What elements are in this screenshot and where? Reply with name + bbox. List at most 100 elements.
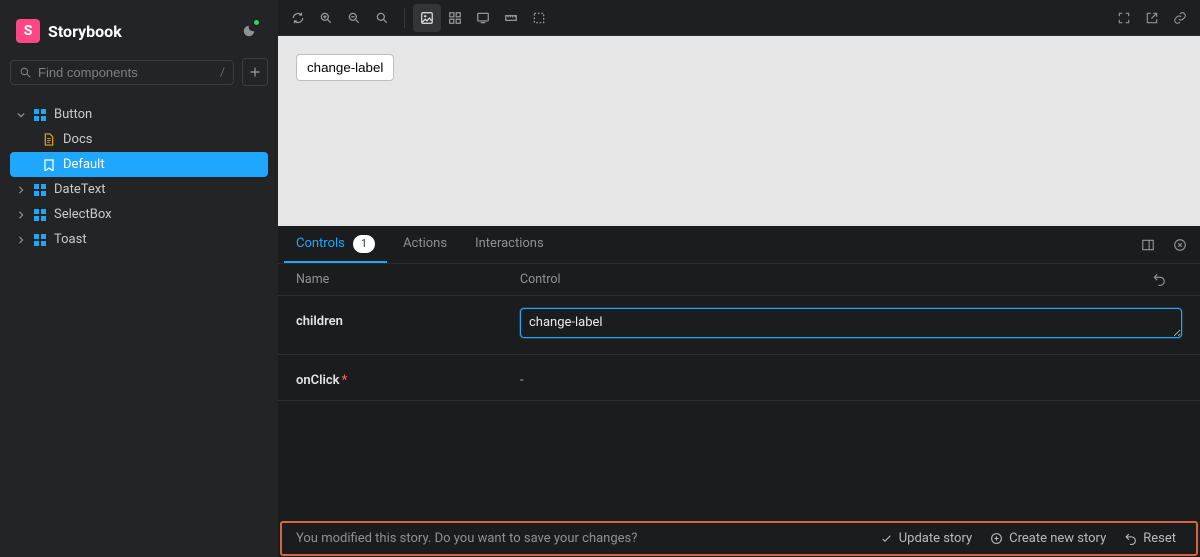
shortcuts-button[interactable] xyxy=(236,18,262,44)
close-panel-button[interactable] xyxy=(1166,231,1194,259)
photo-icon xyxy=(420,11,434,25)
component-icon xyxy=(33,108,47,122)
rendered-button[interactable]: change-label xyxy=(296,54,394,81)
toolbar-left xyxy=(284,4,396,32)
zoom-in-button[interactable] xyxy=(312,4,340,32)
brand[interactable]: S Storybook xyxy=(16,19,122,43)
tab-actions[interactable]: Actions xyxy=(391,226,459,263)
grid-button[interactable] xyxy=(441,4,469,32)
addon-panel: Controls 1 Actions Interactions Name Con… xyxy=(278,226,1200,557)
sidebar-icon xyxy=(1141,238,1155,252)
tree-item-button[interactable]: Button xyxy=(10,102,268,127)
control-name: onClick* xyxy=(296,367,520,388)
controls-header: Name Control xyxy=(278,264,1200,296)
link-icon xyxy=(1173,11,1187,25)
measure-button[interactable] xyxy=(497,4,525,32)
sidebar-header: S Storybook xyxy=(0,0,278,58)
save-bar: You modified this story. Do you want to … xyxy=(280,521,1198,556)
chevron-right-icon xyxy=(16,235,26,245)
toolbar-backgrounds xyxy=(413,4,553,32)
canvas-toolbar xyxy=(278,0,1200,36)
tree-item-selectbox[interactable]: SelectBox xyxy=(10,202,268,227)
viewport-button[interactable] xyxy=(469,4,497,32)
zoom-in-icon xyxy=(319,11,333,25)
update-story-button[interactable]: Update story xyxy=(874,531,978,546)
tree-item-docs[interactable]: Docs xyxy=(10,127,268,152)
component-icon xyxy=(33,208,47,222)
ruler-icon xyxy=(504,11,518,25)
zoom-reset-icon xyxy=(375,11,389,25)
control-name: children xyxy=(296,308,520,329)
chevron-right-icon xyxy=(16,185,26,195)
chevron-right-icon xyxy=(16,210,26,220)
undo-icon xyxy=(1152,272,1166,286)
tree-label: Docs xyxy=(63,132,92,147)
viewport-icon xyxy=(476,11,490,25)
chevron-down-icon xyxy=(16,110,26,120)
create-new-button[interactable] xyxy=(242,58,268,86)
tree-item-toast[interactable]: Toast xyxy=(10,227,268,252)
zoom-out-button[interactable] xyxy=(340,4,368,32)
toolbar-separator xyxy=(404,8,405,28)
control-value xyxy=(520,308,1182,342)
tree-label: Default xyxy=(63,157,105,172)
tree-label: SelectBox xyxy=(54,207,112,222)
search-shortcut: / xyxy=(220,65,225,79)
header-name: Name xyxy=(296,272,520,287)
panel-position-button[interactable] xyxy=(1134,231,1162,259)
sidebar: S Storybook / Button xyxy=(0,0,278,557)
moon-icon xyxy=(242,24,256,38)
action-label: Create new story xyxy=(1009,531,1106,546)
search-box[interactable]: / xyxy=(10,60,234,85)
expand-icon xyxy=(1117,11,1131,25)
tab-label: Controls xyxy=(296,236,345,251)
save-message: You modified this story. Do you want to … xyxy=(296,531,637,546)
sync-icon xyxy=(291,11,305,25)
search-row: / xyxy=(0,58,278,100)
tree-label: DateText xyxy=(54,182,105,197)
control-value: - xyxy=(520,367,1182,388)
background-button[interactable] xyxy=(413,4,441,32)
action-label: Reset xyxy=(1143,531,1176,546)
outline-button[interactable] xyxy=(525,4,553,32)
zoom-out-icon xyxy=(347,11,361,25)
tree-label: Toast xyxy=(54,232,87,247)
required-asterisk: * xyxy=(342,373,348,388)
storybook-logo-icon: S xyxy=(16,19,40,43)
main: change-label Controls 1 Actions Interact… xyxy=(278,0,1200,557)
tree-item-datetext[interactable]: DateText xyxy=(10,177,268,202)
undo-icon xyxy=(1124,532,1137,545)
control-row-children: children xyxy=(278,296,1200,355)
tab-label: Interactions xyxy=(475,236,544,251)
remount-button[interactable] xyxy=(284,4,312,32)
grid-icon xyxy=(448,11,462,25)
status-dot xyxy=(253,19,260,26)
copy-link-button[interactable] xyxy=(1166,4,1194,32)
controls-badge: 1 xyxy=(353,235,375,253)
component-tree: Button Docs Default DateText SelectBox xyxy=(0,100,278,254)
plus-circle-icon xyxy=(990,532,1003,545)
addon-tabs: Controls 1 Actions Interactions xyxy=(278,226,1200,264)
reset-controls-button[interactable] xyxy=(1152,272,1182,287)
tree-item-default[interactable]: Default xyxy=(10,152,268,177)
component-icon xyxy=(33,183,47,197)
tab-controls[interactable]: Controls 1 xyxy=(284,226,387,263)
reset-button[interactable]: Reset xyxy=(1118,531,1182,546)
tab-interactions[interactable]: Interactions xyxy=(463,226,556,263)
tree-label: Button xyxy=(54,107,92,122)
open-isolated-button[interactable] xyxy=(1138,4,1166,32)
zoom-reset-button[interactable] xyxy=(368,4,396,32)
check-icon xyxy=(880,532,893,545)
component-icon xyxy=(33,233,47,247)
children-input[interactable] xyxy=(520,308,1182,338)
fullscreen-button[interactable] xyxy=(1110,4,1138,32)
canvas-preview: change-label xyxy=(278,36,1200,226)
search-input[interactable] xyxy=(38,65,214,80)
action-label: Update story xyxy=(899,531,972,546)
search-icon xyxy=(19,66,32,79)
create-story-button[interactable]: Create new story xyxy=(984,531,1112,546)
brand-name: Storybook xyxy=(48,22,122,41)
app-root: S Storybook / Button xyxy=(0,0,1200,557)
bookmark-icon xyxy=(42,158,56,172)
header-control: Control xyxy=(520,272,1152,287)
